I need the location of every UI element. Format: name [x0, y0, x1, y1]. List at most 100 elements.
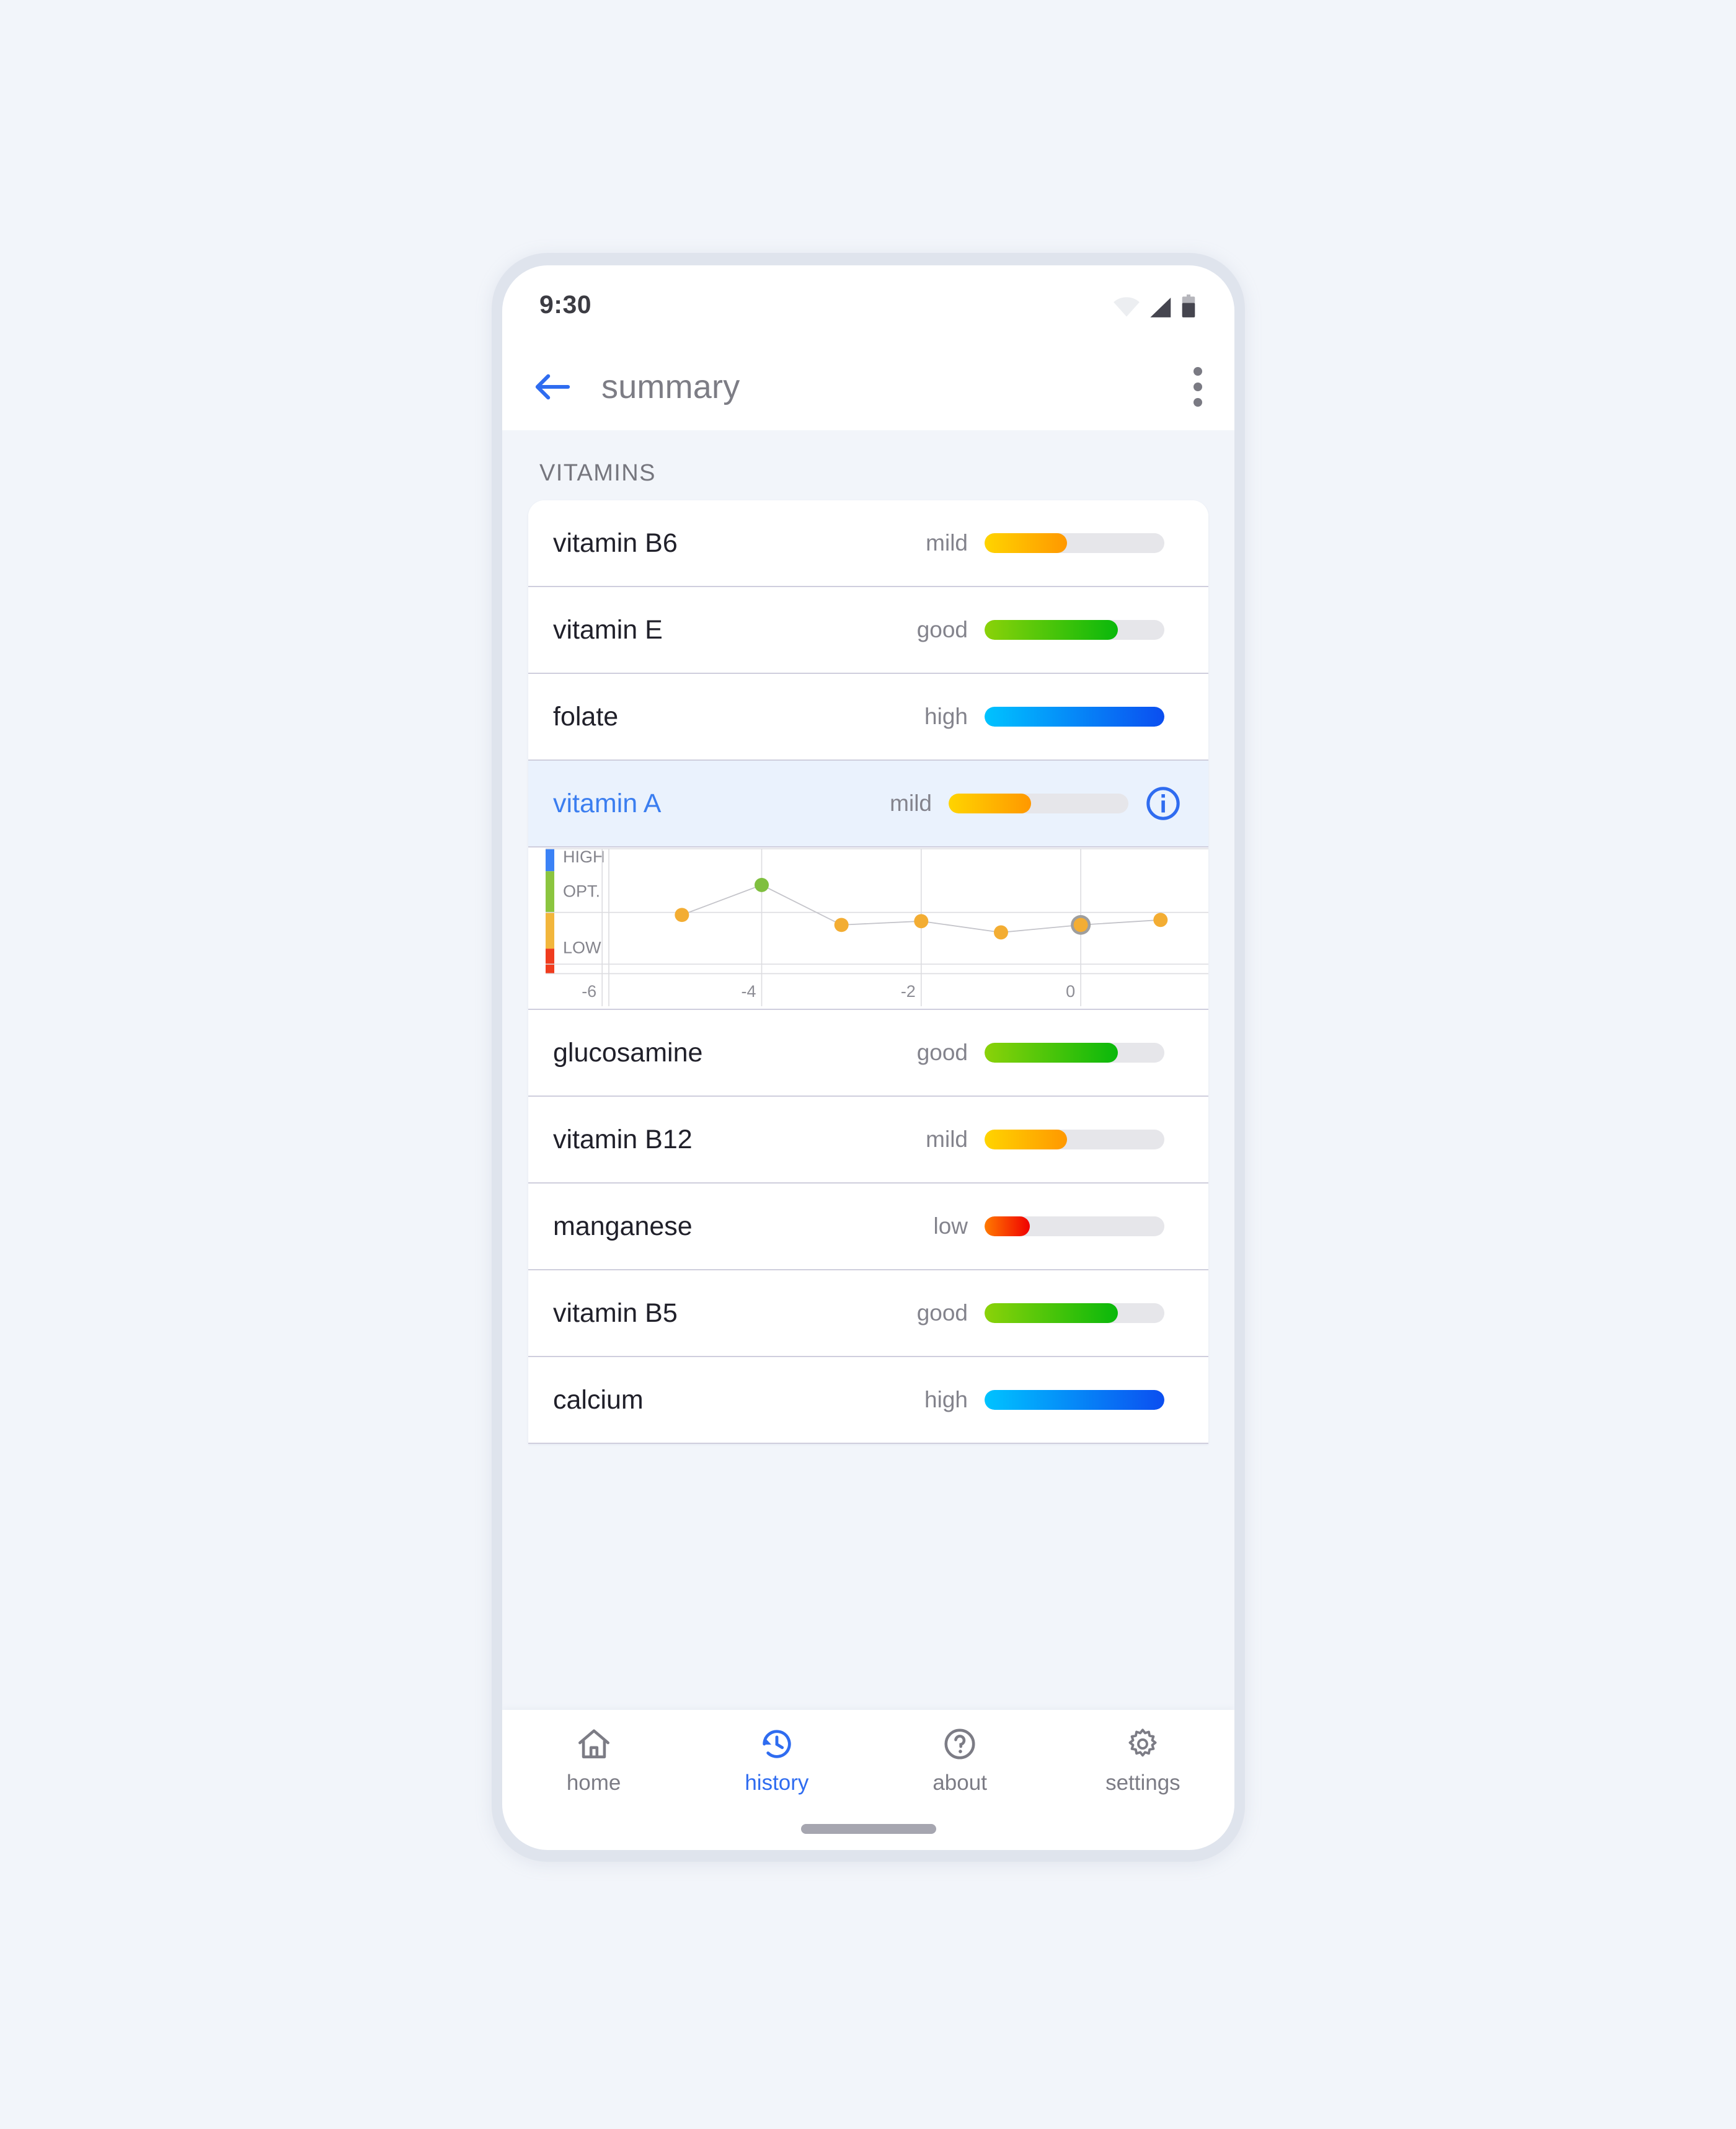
level-bar-track	[949, 794, 1128, 813]
level-bar-track	[985, 1390, 1164, 1410]
status-bar: 9:30	[502, 265, 1234, 343]
level-bar-fill	[949, 794, 1032, 813]
history-chart[interactable]: HIGH OPT. LOW -6 -4 -2 0	[528, 848, 1208, 1010]
table-row[interactable]: vitamin E good	[528, 587, 1208, 674]
table-row[interactable]: manganese low	[528, 1184, 1208, 1270]
status-badge: good	[916, 1040, 968, 1065]
home-indicator	[800, 1824, 936, 1834]
status-badge: high	[924, 1387, 968, 1412]
nav-item-label: home	[566, 1771, 621, 1795]
status-bar-icons	[1113, 291, 1196, 318]
row-metrics: mild	[903, 530, 1181, 556]
status-badge: good	[916, 617, 968, 642]
table-row[interactable]: folate high	[528, 674, 1208, 761]
y-zone-band	[546, 912, 554, 949]
y-zone-band	[546, 871, 554, 913]
row-metrics: mild	[903, 1126, 1181, 1153]
nutrient-name: vitamin B6	[553, 528, 678, 558]
back-arrow-icon[interactable]	[534, 372, 570, 402]
x-axis-tick-label: -4	[742, 982, 756, 1001]
nav-item-settings[interactable]: settings	[1052, 1726, 1234, 1795]
chart-data-point[interactable]	[1153, 913, 1168, 927]
level-bar-fill	[985, 1303, 1118, 1323]
nutrient-name: vitamin A	[553, 788, 662, 818]
nutrient-name: folate	[553, 701, 619, 732]
table-row[interactable]: vitamin B12 mild	[528, 1097, 1208, 1184]
status-badge: mild	[890, 790, 932, 816]
level-bar-track	[985, 1043, 1164, 1063]
y-zone-band	[546, 949, 554, 974]
section-header-vitamins: VITAMINS	[539, 460, 656, 486]
level-bar-fill	[985, 1130, 1068, 1149]
x-axis-tick-label: -2	[901, 982, 916, 1001]
home-icon	[578, 1729, 609, 1759]
nav-item-history[interactable]: history	[685, 1726, 868, 1795]
table-row[interactable]: calcium high	[528, 1357, 1208, 1444]
chart-data-point[interactable]	[914, 914, 929, 929]
signal-icon	[1150, 298, 1171, 317]
row-metrics: high	[903, 704, 1181, 730]
phone-screen: 9:30 summary VITAMINS vitamin B6 mild vi…	[502, 265, 1234, 1850]
nav-item-label: about	[932, 1771, 987, 1795]
level-bar-track	[985, 1303, 1164, 1323]
chart-data-point[interactable]	[834, 918, 849, 932]
row-metrics: good	[903, 1040, 1181, 1066]
nutrient-name: vitamin B12	[553, 1124, 693, 1154]
nav-item-about[interactable]: about	[869, 1726, 1052, 1795]
info-icon[interactable]	[1145, 786, 1181, 821]
kebab-dot	[1194, 398, 1202, 407]
level-bar-fill	[985, 1390, 1164, 1410]
vitamins-card: vitamin B6 mild vitamin E good folate high vit…	[528, 500, 1208, 1444]
level-bar-track	[985, 620, 1164, 640]
table-row[interactable]: vitamin A mild	[528, 761, 1208, 848]
level-bar-track	[985, 707, 1164, 727]
level-bar-track	[985, 1216, 1164, 1236]
wifi-icon	[1114, 297, 1140, 317]
row-metrics: high	[903, 1387, 1181, 1413]
history-icon	[763, 1730, 791, 1758]
status-badge: low	[933, 1213, 968, 1239]
level-bar-track	[985, 533, 1164, 553]
chart-data-point[interactable]	[1073, 918, 1088, 932]
level-bar-track	[985, 1130, 1164, 1149]
table-row[interactable]: vitamin B5 good	[528, 1270, 1208, 1357]
y-zone-label: HIGH	[563, 848, 604, 866]
status-badge: high	[924, 704, 968, 729]
app-bar: summary	[502, 343, 1234, 430]
nutrient-name: glucosamine	[553, 1037, 703, 1068]
chart-data-point[interactable]	[755, 877, 769, 892]
x-axis-tick-label: -6	[582, 982, 596, 1001]
level-bar-fill	[985, 1043, 1118, 1063]
screenshot-canvas: 9:30 summary VITAMINS vitamin B6 mild vi…	[0, 0, 1736, 2129]
nav-item-home[interactable]: home	[502, 1726, 685, 1795]
status-badge: mild	[926, 530, 968, 555]
status-badge: mild	[926, 1126, 968, 1152]
more-options-icon[interactable]	[1194, 367, 1202, 407]
row-metrics: mild	[867, 786, 1181, 821]
gear-icon	[1128, 1728, 1157, 1757]
row-metrics: good	[903, 1300, 1181, 1326]
row-metrics: low	[903, 1213, 1181, 1239]
kebab-dot	[1194, 383, 1202, 391]
y-zone-label: OPT.	[563, 882, 600, 900]
content-scroll-area[interactable]: VITAMINS vitamin B6 mild vitamin E good fola…	[502, 430, 1234, 1609]
chart-data-point[interactable]	[993, 925, 1008, 940]
status-badge: good	[916, 1300, 968, 1326]
kebab-dot	[1194, 367, 1202, 376]
table-row[interactable]: vitamin B6 mild	[528, 500, 1208, 587]
help-icon	[944, 1728, 975, 1759]
status-bar-time: 9:30	[539, 290, 592, 319]
table-row[interactable]: glucosamine good	[528, 1010, 1208, 1097]
level-bar-fill	[985, 1216, 1030, 1236]
y-zone-label: LOW	[563, 939, 601, 957]
level-bar-fill	[985, 707, 1164, 727]
chart-data-point[interactable]	[675, 908, 689, 923]
nutrient-name: vitamin B5	[553, 1298, 678, 1328]
nav-item-label: settings	[1105, 1771, 1180, 1795]
level-bar-fill	[985, 620, 1118, 640]
nutrient-name: vitamin E	[553, 614, 663, 645]
nutrient-name: manganese	[553, 1211, 693, 1241]
battery-icon	[1182, 294, 1195, 317]
y-zone-band	[546, 848, 554, 872]
row-metrics: good	[903, 617, 1181, 643]
